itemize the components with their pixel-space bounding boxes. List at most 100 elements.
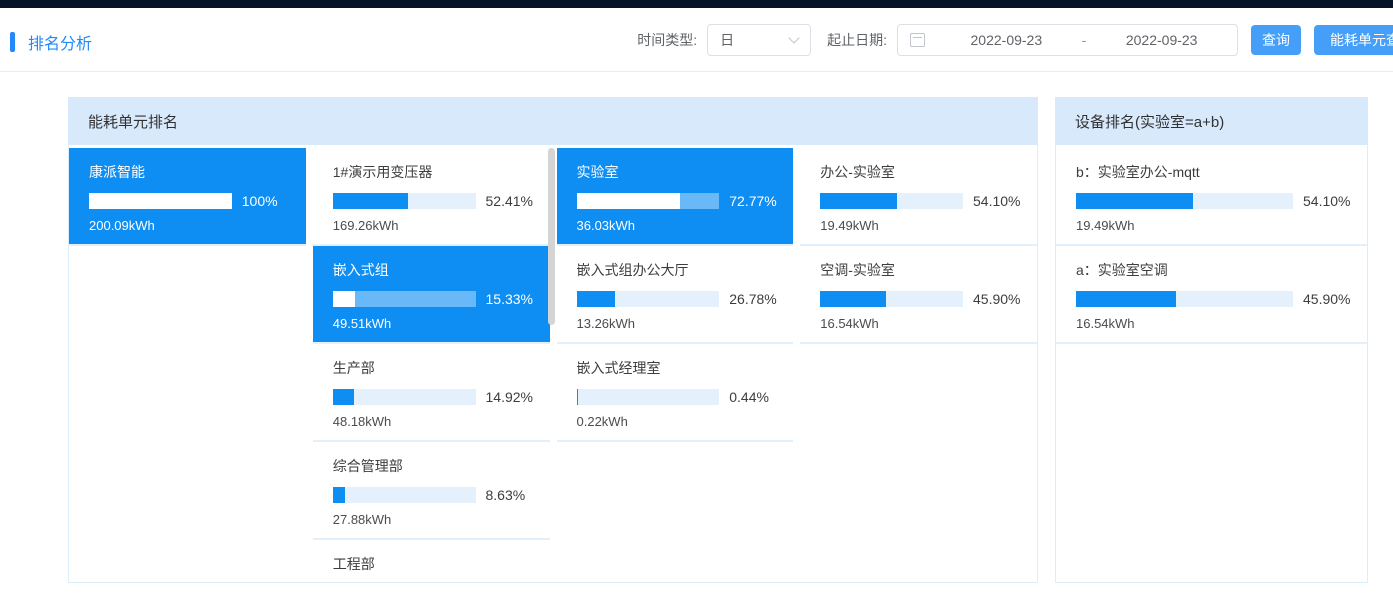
- progress-bar: 45.90%: [1076, 291, 1353, 307]
- unit-panel-body: 康派智能 100% 200.09kWh 1#演示用变压器 52.41%: [68, 145, 1038, 583]
- date-start-value[interactable]: 2022-09-23: [931, 32, 1082, 48]
- progress-bar: 54.10%: [1076, 193, 1353, 209]
- progress-bar: 100%: [89, 193, 292, 209]
- progress-bar: 15.33%: [333, 291, 536, 307]
- energy-value: 49.51kWh: [333, 316, 536, 331]
- time-type-select[interactable]: 日: [707, 24, 811, 56]
- date-range-label: 起止日期:: [827, 30, 887, 50]
- unit-ranking-panel: 能耗单元排名 康派智能 100% 200.09kWh 1#演示用变压器: [68, 97, 1038, 583]
- device-ranking-cell[interactable]: b：实验室办公-mqtt 54.10% 19.49kWh: [1056, 148, 1367, 246]
- bar-track: [1076, 291, 1293, 307]
- bar-track: [820, 291, 963, 307]
- top-navigation-bar: [0, 0, 1393, 8]
- energy-value: 169.26kWh: [333, 218, 536, 233]
- bar-fill: [333, 193, 408, 209]
- time-type-label: 时间类型:: [637, 30, 697, 50]
- percent-value: 14.92%: [486, 389, 536, 405]
- bar-track: [89, 193, 232, 209]
- unit-name: 嵌入式组办公大厅: [577, 260, 780, 280]
- percent-value: 15.33%: [486, 291, 536, 307]
- bar-fill: [89, 193, 232, 209]
- ranking-cell[interactable]: 生产部 14.92% 48.18kWh: [313, 344, 550, 442]
- percent-value: 72.77%: [729, 193, 779, 209]
- progress-bar: 26.78%: [577, 291, 780, 307]
- chevron-down-icon: [788, 32, 799, 43]
- device-name: a：实验室空调: [1076, 260, 1353, 280]
- device-name: b：实验室办公-mqtt: [1076, 162, 1353, 182]
- bar-track: [577, 389, 720, 405]
- progress-bar: 0.44%: [577, 389, 780, 405]
- bar-track: [333, 193, 476, 209]
- unit-name: 嵌入式组: [333, 260, 536, 280]
- ranking-cell[interactable]: 1#演示用变压器 52.41% 169.26kWh: [313, 148, 550, 246]
- bar-fill: [577, 193, 681, 209]
- unit-name: 1#演示用变压器: [333, 162, 536, 182]
- ranking-column-1: 康派智能 100% 200.09kWh: [69, 145, 306, 582]
- unit-name: 办公-实验室: [820, 162, 1023, 182]
- unit-name: 生产部: [333, 358, 536, 378]
- ranking-cell[interactable]: 综合管理部 8.63% 27.88kWh: [313, 442, 550, 540]
- bar-track: [333, 291, 476, 307]
- progress-bar: 8.63%: [333, 487, 536, 503]
- progress-bar: 14.92%: [333, 389, 536, 405]
- percent-value: 26.78%: [729, 291, 779, 307]
- ranking-cell[interactable]: 嵌入式组办公大厅 26.78% 13.26kWh: [557, 246, 794, 344]
- bar-fill: [577, 291, 615, 307]
- page-title: 排名分析: [28, 30, 92, 54]
- percent-value: 8.63%: [486, 487, 536, 503]
- bar-fill: [820, 291, 886, 307]
- device-ranking-panel: 设备排名(实验室=a+b) b：实验室办公-mqtt 54.10% 19.49k…: [1055, 97, 1368, 583]
- bar-fill: [333, 389, 354, 405]
- ranking-cell[interactable]: 办公-实验室 54.10% 19.49kWh: [800, 148, 1037, 246]
- energy-value: 36.03kWh: [577, 218, 780, 233]
- unit-name: 嵌入式经理室: [577, 358, 780, 378]
- unit-panel-title: 能耗单元排名: [68, 97, 1038, 145]
- percent-value: 100%: [242, 193, 292, 209]
- progress-bar: 72.77%: [577, 193, 780, 209]
- bar-track: [333, 389, 476, 405]
- unit-query-button[interactable]: 能耗单元查询: [1314, 25, 1393, 55]
- query-button[interactable]: 查询: [1251, 25, 1301, 55]
- content-area: 能耗单元排名 康派智能 100% 200.09kWh 1#演示用变压器: [68, 97, 1393, 583]
- unit-name: 工程部: [333, 554, 536, 574]
- date-end-value[interactable]: 2022-09-23: [1086, 32, 1237, 48]
- percent-value: 54.10%: [973, 193, 1023, 209]
- bar-track: [577, 193, 720, 209]
- bar-fill: [1076, 291, 1176, 307]
- ranking-column-2: 1#演示用变压器 52.41% 169.26kWh 嵌入式组 15.33% 49…: [313, 145, 550, 582]
- ranking-cell[interactable]: 嵌入式经理室 0.44% 0.22kWh: [557, 344, 794, 442]
- ranking-cell[interactable]: 康派智能 100% 200.09kWh: [69, 148, 306, 246]
- time-type-value: 日: [720, 30, 734, 50]
- percent-value: 45.90%: [973, 291, 1023, 307]
- bar-track: [820, 193, 963, 209]
- ranking-cell[interactable]: 空调-实验室 45.90% 16.54kWh: [800, 246, 1037, 344]
- progress-bar: 52.41%: [333, 193, 536, 209]
- page-title-block: 排名分析: [10, 30, 92, 54]
- percent-value: 52.41%: [486, 193, 536, 209]
- device-panel-title: 设备排名(实验室=a+b): [1055, 97, 1368, 145]
- ranking-cell[interactable]: 实验室 72.77% 36.03kWh: [557, 148, 794, 246]
- device-ranking-cell[interactable]: a：实验室空调 45.90% 16.54kWh: [1056, 246, 1367, 344]
- ranking-cell[interactable]: 嵌入式组 15.33% 49.51kWh: [313, 246, 550, 344]
- unit-name: 实验室: [577, 162, 780, 182]
- date-range-input[interactable]: 2022-09-23 - 2022-09-23: [897, 24, 1238, 56]
- unit-name: 综合管理部: [333, 456, 536, 476]
- bar-fill: [577, 389, 578, 405]
- percent-value: 45.90%: [1303, 291, 1353, 307]
- progress-bar: 45.90%: [820, 291, 1023, 307]
- energy-value: 19.49kWh: [1076, 218, 1353, 233]
- energy-value: 16.54kWh: [820, 316, 1023, 331]
- filter-controls: 时间类型: 日 起止日期: 2022-09-23 - 2022-09-23 查询…: [637, 24, 1393, 56]
- energy-value: 19.49kWh: [820, 218, 1023, 233]
- calendar-icon: [910, 33, 925, 47]
- energy-value: 48.18kWh: [333, 414, 536, 429]
- bar-fill: [1076, 193, 1193, 209]
- bar-track: [1076, 193, 1293, 209]
- ranking-cell[interactable]: 工程部: [313, 540, 550, 582]
- column-scrollbar[interactable]: [548, 148, 555, 325]
- energy-value: 13.26kWh: [577, 316, 780, 331]
- unit-name: 康派智能: [89, 162, 292, 182]
- energy-value: 16.54kWh: [1076, 316, 1353, 331]
- device-panel-body: b：实验室办公-mqtt 54.10% 19.49kWh a：实验室空调 45.…: [1055, 145, 1368, 583]
- bar-fill: [333, 291, 355, 307]
